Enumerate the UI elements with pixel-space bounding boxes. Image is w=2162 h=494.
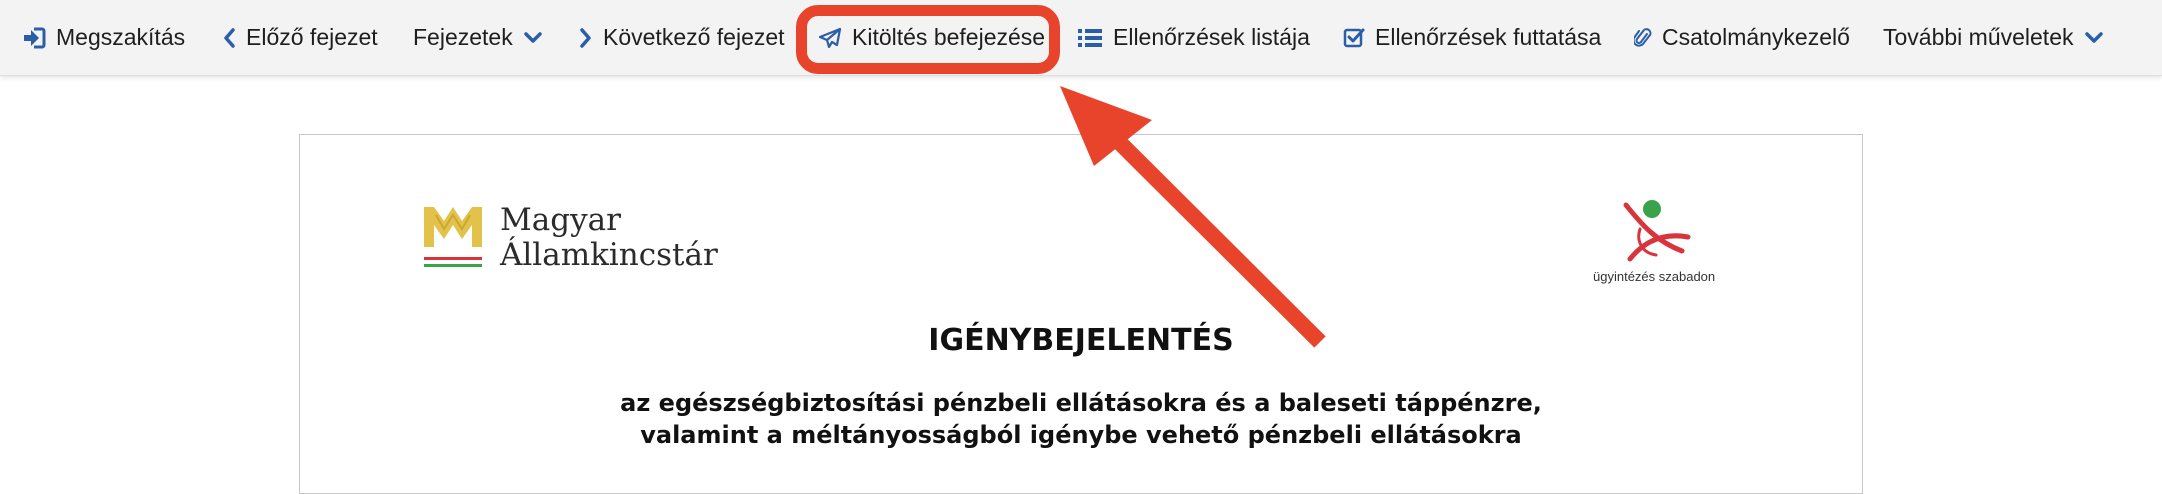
annotation-arrow-icon	[1060, 86, 1326, 348]
